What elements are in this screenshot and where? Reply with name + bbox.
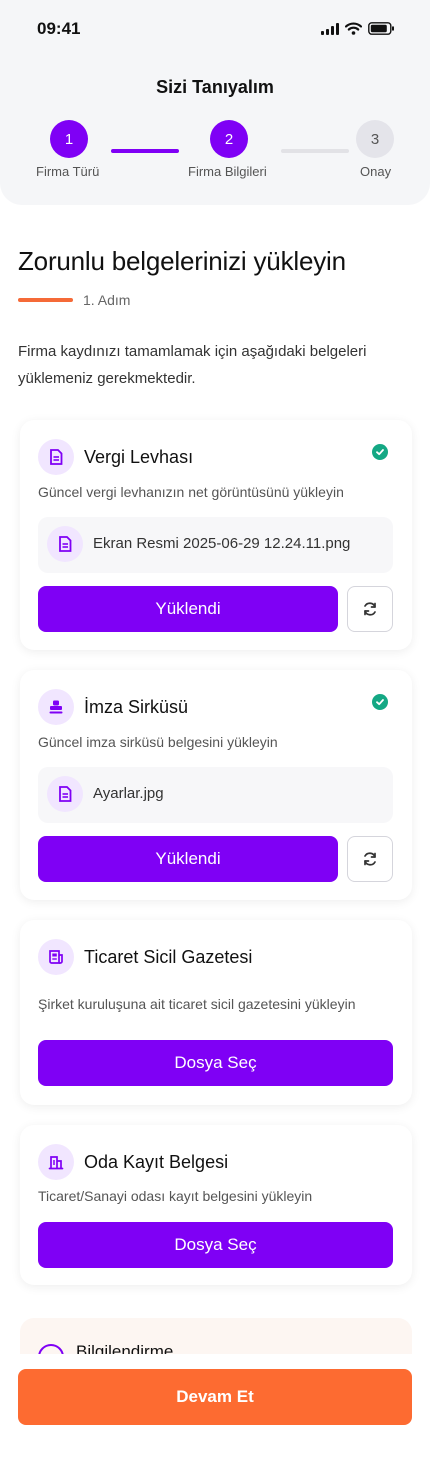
step-2-circle: 2 [210, 120, 248, 158]
step-indicator-bar [18, 298, 73, 302]
card-description: Şirket kuruluşuna ait ticaret sicil gaze… [38, 996, 356, 1012]
main-heading: Zorunlu belgelerinizi yükleyin [18, 246, 346, 276]
step-indicator: 1. Adım [18, 292, 130, 308]
document-card-oda-kayit: Oda Kayıt Belgesi Ticaret/Sanayi odası k… [20, 1125, 412, 1285]
intro-text: Firma kaydınızı tamamlamak için aşağıdak… [18, 343, 367, 387]
document-card-imza-sirkusu: İmza Sirküsü Güncel imza sirküsü belgesi… [20, 670, 412, 900]
card-description: Güncel vergi levhanızın net görüntüsünü … [38, 484, 344, 500]
choose-file-button[interactable]: Dosya Seç [38, 1040, 393, 1086]
registration-page: 09:41 Sizi Tanıyalım 1 2 3 Firma Türü Fi… [0, 0, 430, 1463]
page-title: Sizi Tanıyalım [156, 77, 274, 97]
card-title: Ticaret Sicil Gazetesi [84, 947, 253, 967]
battery-icon [368, 22, 395, 35]
refresh-icon [364, 602, 376, 616]
choose-file-button[interactable]: Dosya Seç [38, 1222, 393, 1268]
building-icon [38, 1144, 74, 1180]
check-icon [372, 694, 388, 710]
card-description: Güncel imza sirküsü belgesini yükleyin [38, 734, 278, 750]
status-bar: 09:41 [0, 0, 430, 58]
stamp-icon [38, 689, 74, 725]
signal-icon [321, 22, 339, 35]
card-title: Oda Kayıt Belgesi [84, 1152, 229, 1172]
card-title: İmza Sirküsü [84, 697, 189, 717]
step-indicator-text: 1. Adım [83, 292, 131, 308]
document-card-ticaret-sicil: Ticaret Sicil Gazetesi Şirket kuruluşuna… [20, 920, 412, 1105]
file-name: Ayarlar.jpg [93, 785, 164, 802]
step-connector-1 [111, 149, 179, 153]
card-title: Vergi Levhası [84, 447, 194, 467]
stepper: 1 2 3 Firma Türü Firma Bilgileri Onay [0, 120, 430, 190]
step-3-circle: 3 [356, 120, 394, 158]
header: 09:41 Sizi Tanıyalım 1 2 3 Firma Türü Fi… [0, 0, 430, 205]
uploaded-button[interactable]: Yüklendi [38, 836, 338, 882]
document-card-vergi-levhasi: Vergi Levhası Güncel vergi levhanızın ne… [20, 420, 412, 650]
file-name: Ekran Resmi 2025-06-29 12.24.11.png [93, 535, 351, 552]
status-time: 09:41 [37, 19, 81, 38]
continue-button[interactable]: Devam Et [18, 1369, 412, 1425]
card-description: Ticaret/Sanayi odası kayıt belgesini yük… [38, 1188, 313, 1204]
uploaded-file: Ekran Resmi 2025-06-29 12.24.11.png [38, 517, 393, 573]
step-1-label: Firma Türü [36, 164, 100, 179]
uploaded-button[interactable]: Yüklendi [38, 586, 338, 632]
newspaper-icon [38, 939, 74, 975]
status-icons [321, 22, 395, 35]
file-icon [47, 526, 83, 562]
reupload-button[interactable] [347, 586, 393, 632]
reupload-button[interactable] [347, 836, 393, 882]
bottom-bar: Devam Et [0, 1354, 430, 1463]
wifi-icon [345, 22, 362, 35]
file-icon [47, 776, 83, 812]
step-1-circle: 1 [50, 120, 88, 158]
refresh-icon [364, 852, 376, 866]
step-2-label: Firma Bilgileri [188, 164, 267, 179]
check-icon [372, 444, 388, 460]
uploaded-file: Ayarlar.jpg [38, 767, 393, 823]
step-connector-2 [281, 149, 349, 153]
document-icon [38, 439, 74, 475]
step-3-label: Onay [360, 164, 392, 179]
